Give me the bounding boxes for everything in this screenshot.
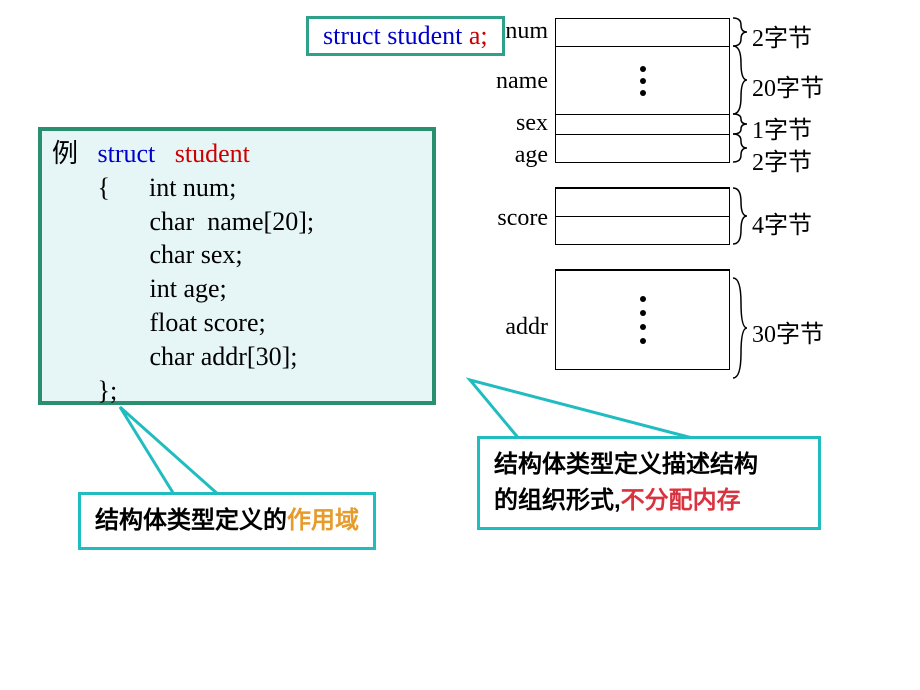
label-age: age xyxy=(468,142,548,169)
size-sex: 1字节 xyxy=(752,110,812,145)
brace-close: }; xyxy=(98,376,118,405)
memory-diagram xyxy=(555,18,730,370)
mem-cell-score-b xyxy=(555,216,730,244)
kw-struct: struct xyxy=(323,21,381,50)
size-num: 2字节 xyxy=(752,18,812,53)
callout1-text2: 作用域 xyxy=(287,507,359,534)
size-score: 4字节 xyxy=(752,205,812,240)
label-example: 例 xyxy=(52,139,78,168)
label-addr: addr xyxy=(468,314,548,341)
kw-student2: student xyxy=(175,139,250,168)
mem-cell-name xyxy=(555,46,730,114)
label-score: score xyxy=(468,205,548,232)
code-line-1: int num; xyxy=(149,173,236,202)
label-num: num xyxy=(468,18,548,45)
callout1-text1: 结构体类型定义的 xyxy=(95,507,287,534)
size-addr: 30字节 xyxy=(752,314,824,349)
label-name: name xyxy=(468,68,548,95)
size-age: 2字节 xyxy=(752,142,812,177)
callout2-line1: 结构体类型定义描述结构 xyxy=(494,451,758,478)
dots-icon xyxy=(640,66,646,96)
code-line-2: char name[20]; xyxy=(150,207,315,236)
code-line-4: int age; xyxy=(150,274,227,303)
dots-icon xyxy=(640,296,646,344)
label-sex: sex xyxy=(468,110,548,137)
callout2-line2a: 的组织形式, xyxy=(494,487,621,514)
callout-allocation: 结构体类型定义描述结构 的组织形式,不分配内存 xyxy=(477,436,821,530)
mem-cell-num xyxy=(555,18,730,46)
callout2-line2b: 不分配内存 xyxy=(621,487,741,514)
code-line-6: char addr[30]; xyxy=(150,342,298,371)
mem-gap-1 xyxy=(555,162,730,188)
mem-cell-addr xyxy=(555,270,730,370)
code-line-5: float score; xyxy=(150,308,266,337)
size-name: 20字节 xyxy=(752,68,824,103)
mem-cell-score-a xyxy=(555,188,730,216)
kw-struct2: struct xyxy=(98,139,156,168)
mem-cell-age xyxy=(555,134,730,162)
mem-cell-sex xyxy=(555,114,730,134)
callout-scope: 结构体类型定义的作用域 xyxy=(78,492,376,550)
brace-open: { xyxy=(98,173,110,202)
code-line-3: char sex; xyxy=(150,240,243,269)
code-box: 例 struct student { int num; char name[20… xyxy=(38,127,436,405)
mem-gap-2 xyxy=(555,244,730,270)
